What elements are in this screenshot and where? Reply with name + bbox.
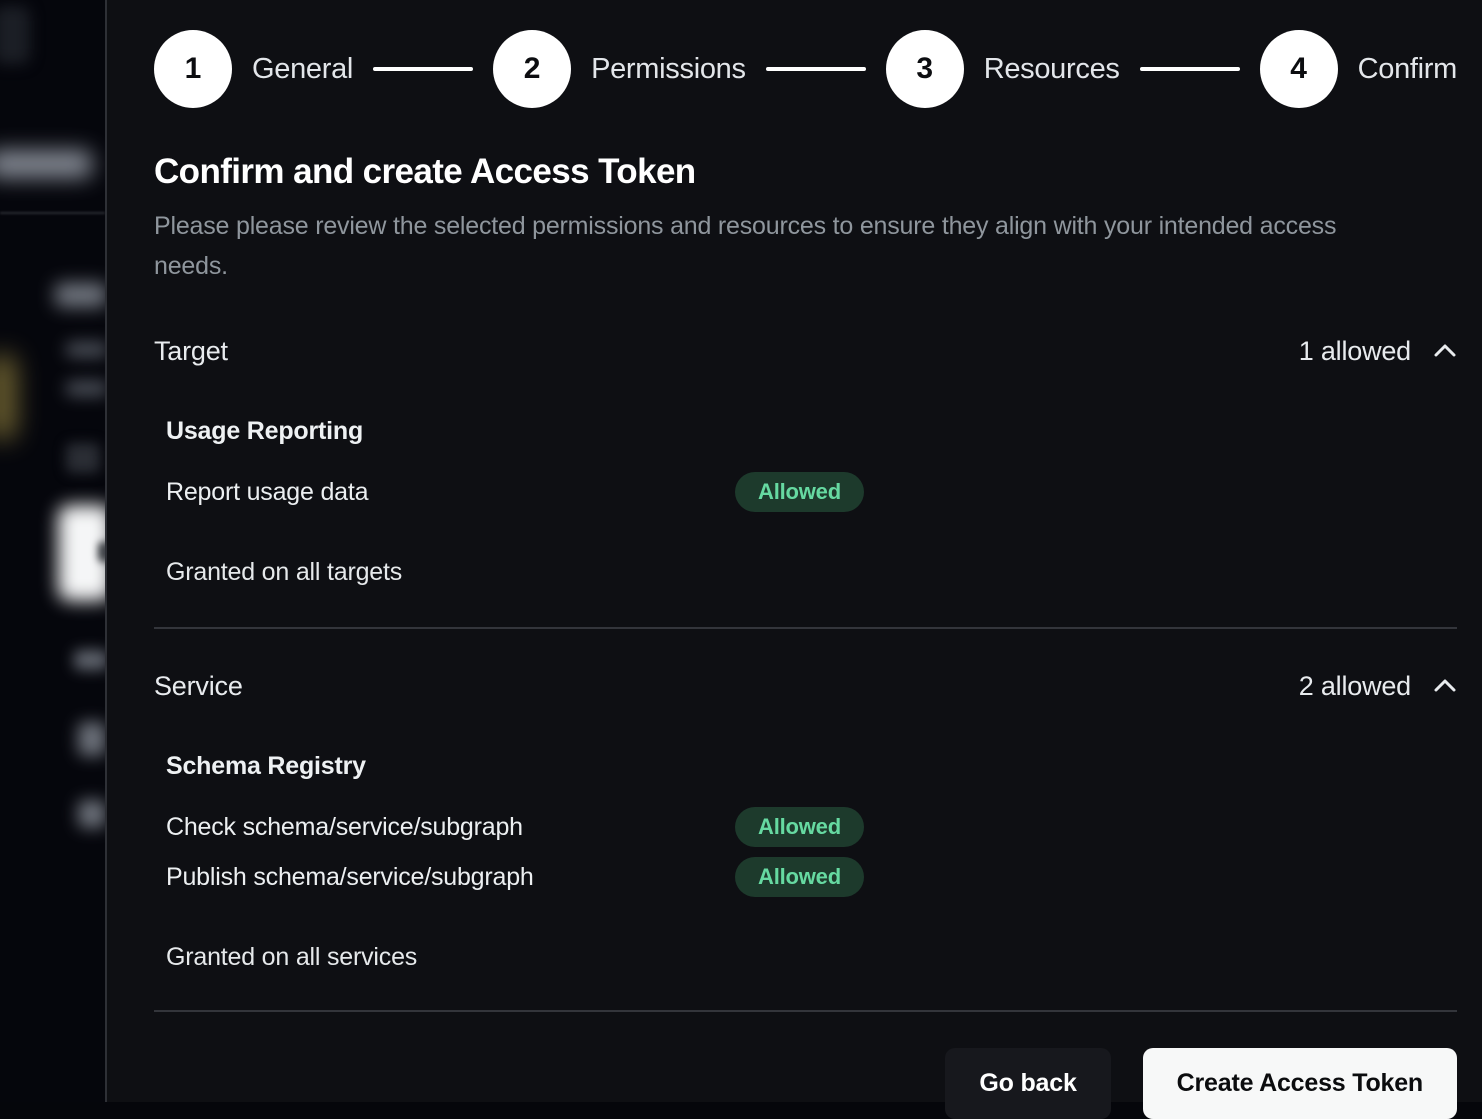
blurred-divider xyxy=(0,212,105,214)
section-header-right: 2 allowed xyxy=(1299,671,1457,702)
page-title: Confirm and create Access Token xyxy=(154,152,1457,192)
step-resources[interactable]: 3 Resources xyxy=(886,30,1120,108)
section-service-header[interactable]: Service 2 allowed xyxy=(154,671,1457,702)
collapse-section-button[interactable] xyxy=(1433,678,1457,696)
permission-group-name: Usage Reporting xyxy=(166,417,1457,446)
blurred-card-dot xyxy=(98,542,105,562)
blurred-backdrop xyxy=(0,0,105,1102)
permission-group-name: Schema Registry xyxy=(166,752,1457,781)
section-title: Target xyxy=(154,336,228,367)
permission-row: Report usage data Allowed xyxy=(166,472,1457,512)
footer-divider xyxy=(154,1010,1457,1012)
create-access-token-modal: 1 General 2 Permissions 3 Resources 4 Co… xyxy=(105,0,1482,1102)
step-number-badge: 1 xyxy=(154,30,232,108)
status-badge: Allowed xyxy=(735,857,864,897)
permission-label: Publish schema/service/subgraph xyxy=(166,863,735,892)
section-service: Service 2 allowed Schema Registry Ch xyxy=(154,671,1457,1012)
permission-group: Usage Reporting Report usage data Allowe… xyxy=(166,417,1457,512)
screen: 1 General 2 Permissions 3 Resources 4 Co… xyxy=(0,0,1482,1102)
step-label: Resources xyxy=(984,53,1120,86)
step-permissions[interactable]: 2 Permissions xyxy=(493,30,746,108)
step-connector xyxy=(766,67,866,71)
granted-note: Granted on all targets xyxy=(166,558,1457,587)
blurred-list-text xyxy=(74,650,105,670)
permission-label: Report usage data xyxy=(166,478,735,507)
step-connector xyxy=(1140,67,1240,71)
blurred-body-text xyxy=(66,381,105,396)
create-access-token-button[interactable]: Create Access Token xyxy=(1143,1048,1457,1119)
status-badge: Allowed xyxy=(735,807,864,847)
blurred-body-text xyxy=(66,342,105,357)
blurred-heading-text xyxy=(55,283,105,307)
allowed-count: 2 allowed xyxy=(1299,671,1411,702)
step-number-badge: 4 xyxy=(1260,30,1338,108)
step-confirm[interactable]: 4 Confirm xyxy=(1260,30,1457,108)
blurred-icon-tile xyxy=(66,443,100,473)
permission-label: Check schema/service/subgraph xyxy=(166,813,735,842)
permission-row: Check schema/service/subgraph Allowed xyxy=(166,807,1457,847)
step-number-badge: 3 xyxy=(886,30,964,108)
status-badge: Allowed xyxy=(735,472,864,512)
blurred-list-text xyxy=(78,722,105,756)
chevron-up-icon xyxy=(1433,678,1457,696)
chevron-up-icon xyxy=(1433,343,1457,361)
section-header-right: 1 allowed xyxy=(1299,336,1457,367)
allowed-count: 1 allowed xyxy=(1299,336,1411,367)
modal-footer: Go back Create Access Token xyxy=(154,1048,1457,1119)
go-back-button[interactable]: Go back xyxy=(945,1048,1110,1119)
blurred-list-text xyxy=(78,800,105,828)
blurred-accent-blob xyxy=(0,355,16,439)
step-label: General xyxy=(252,53,353,86)
section-divider xyxy=(154,627,1457,629)
collapse-section-button[interactable] xyxy=(1433,343,1457,361)
permission-group: Schema Registry Check schema/service/sub… xyxy=(166,752,1457,897)
permission-row: Publish schema/service/subgraph Allowed xyxy=(166,857,1457,897)
step-connector xyxy=(373,67,473,71)
section-target: Target 1 allowed Usage Reporting Rep xyxy=(154,336,1457,629)
step-number-badge: 2 xyxy=(493,30,571,108)
section-target-header[interactable]: Target 1 allowed xyxy=(154,336,1457,367)
blurred-tile xyxy=(0,6,30,64)
wizard-stepper: 1 General 2 Permissions 3 Resources 4 Co… xyxy=(154,30,1457,108)
blurred-nav-label xyxy=(0,150,92,178)
step-general[interactable]: 1 General xyxy=(154,30,353,108)
page-subtitle: Please please review the selected permis… xyxy=(154,206,1384,286)
granted-note: Granted on all services xyxy=(166,943,1457,972)
step-label: Permissions xyxy=(591,53,746,86)
section-title: Service xyxy=(154,671,243,702)
step-label: Confirm xyxy=(1358,53,1457,86)
